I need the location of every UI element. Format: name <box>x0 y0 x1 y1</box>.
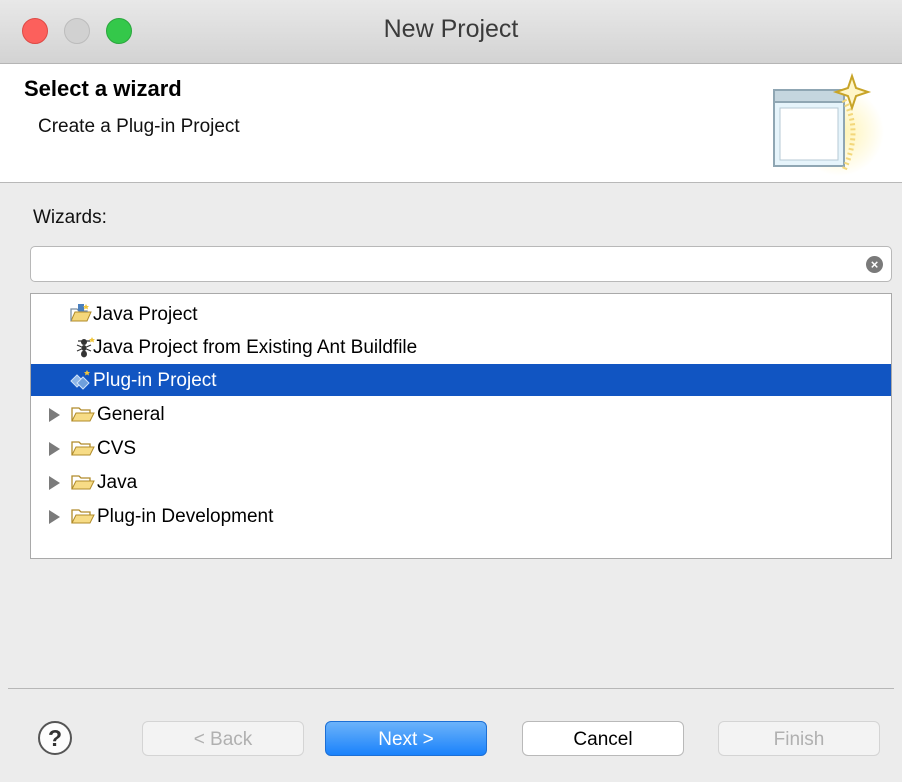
tree-item-label: Plug-in Project <box>93 370 217 391</box>
tree-item-plugin-development[interactable]: Plug-in Development <box>31 500 891 532</box>
wizard-header: Select a wizard Create a Plug-in Project <box>0 64 902 183</box>
folder-icon <box>71 407 95 422</box>
help-button[interactable]: ? <box>38 721 72 755</box>
tree-item-cvs[interactable]: CVS <box>31 432 891 464</box>
new-project-dialog: New Project Select a wizard Create a Plu… <box>0 0 902 782</box>
next-button[interactable]: Next > <box>325 721 487 756</box>
title-bar[interactable]: New Project <box>0 0 902 64</box>
java-project-icon <box>70 304 92 322</box>
footer-separator <box>8 688 894 689</box>
folder-icon <box>71 509 95 524</box>
tree-item-plugin-project[interactable]: Plug-in Project <box>31 364 891 396</box>
expand-arrow-icon[interactable] <box>49 408 60 422</box>
clear-filter-icon[interactable]: × <box>866 256 883 273</box>
expand-arrow-icon[interactable] <box>49 442 60 456</box>
tree-item-label: General <box>97 404 165 425</box>
tree-item-java-project-ant[interactable]: Java Project from Existing Ant Buildfile <box>31 331 891 363</box>
tree-item-label: Java Project <box>93 304 198 325</box>
tree-item-java[interactable]: Java <box>31 466 891 498</box>
folder-icon <box>71 441 95 456</box>
tree-item-label: CVS <box>97 438 137 459</box>
tree-item-java-project[interactable]: Java Project <box>31 298 891 330</box>
wizard-filter-input[interactable] <box>39 251 863 279</box>
tree-item-label: Java <box>97 472 138 493</box>
tree-item-general[interactable]: General <box>31 398 891 430</box>
header-description: Create a Plug-in Project <box>38 116 240 137</box>
tree-item-label: Plug-in Development <box>97 506 274 527</box>
expand-arrow-icon[interactable] <box>49 510 60 524</box>
cancel-button[interactable]: Cancel <box>522 721 684 756</box>
wizard-tree[interactable]: Java Project Java Project from Existing … <box>30 293 892 559</box>
wizards-label: Wizards: <box>33 207 107 228</box>
tree-item-label: Java Project from Existing Ant Buildfile <box>93 337 418 358</box>
wizard-filter: × <box>30 246 892 282</box>
back-button[interactable]: < Back <box>142 721 304 756</box>
finish-button[interactable]: Finish <box>718 721 880 756</box>
header-title: Select a wizard <box>24 76 182 101</box>
expand-arrow-icon[interactable] <box>49 476 60 490</box>
folder-icon <box>71 475 95 490</box>
new-wizard-banner-icon <box>773 72 884 176</box>
plugin-project-icon <box>70 370 90 390</box>
window-title: New Project <box>383 15 519 43</box>
